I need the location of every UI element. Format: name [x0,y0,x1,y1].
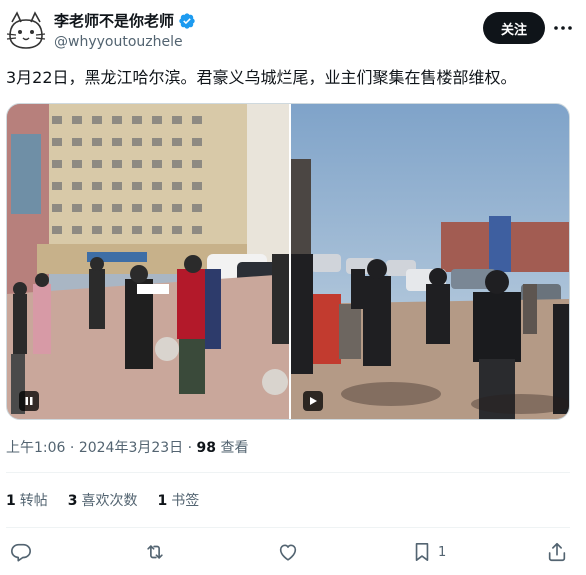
views-label: 查看 [220,440,249,456]
stat-count: 1 [6,493,16,509]
meta-separator: · [69,440,75,456]
author-handle[interactable]: @whyyoutouzhele [54,33,183,51]
avatar[interactable] [4,8,48,52]
play-icon [310,397,317,405]
reply-icon [11,543,31,562]
stat-label: 书签 [171,493,200,509]
bookmark-icon [415,543,429,562]
video-thumbnail-right[interactable] [291,104,569,419]
tweet-meta: 上午1:06 · 2024年3月23日 · 98 查看 [6,438,248,458]
cat-sketch-avatar-icon [4,8,48,52]
views-count: 98 [196,440,217,456]
retweet-button[interactable] [144,540,166,564]
more-options-button[interactable] [552,18,574,38]
follow-button[interactable]: 关注 [483,12,545,44]
bookmark-button[interactable]: 1 [412,540,446,564]
engagement-stats: 1 转帖 3 喜欢次数 1 书签 [6,491,219,511]
street-scene-image [7,104,289,419]
pause-button[interactable] [19,391,39,411]
more-horizontal-icon [554,26,572,30]
stat-count: 3 [67,493,78,509]
share-button[interactable] [546,540,568,564]
stat-label: 转帖 [19,493,48,509]
share-icon [548,542,566,562]
stat-likes[interactable]: 3 喜欢次数 [68,491,138,511]
tweet-text: 3月22日，黑龙江哈尔滨。君豪义乌城烂尾，业主们聚集在售楼部维权。 [6,68,517,87]
verified-badge-icon [179,13,195,29]
author-name-row: 李老师不是你老师 [54,11,196,31]
reply-button[interactable] [10,540,32,564]
tweet-card: 李老师不是你老师 @whyyoutouzhele 关注 3月22日，黑龙江哈尔滨… [0,0,586,575]
heart-icon [279,544,297,561]
stat-label: 喜欢次数 [81,493,138,509]
stat-bookmarks[interactable]: 1 书签 [158,491,200,511]
video-thumbnail-left[interactable] [7,104,289,419]
stat-reposts[interactable]: 1 转帖 [6,491,48,511]
author-display-name[interactable]: 李老师不是你老师 [54,11,174,31]
media-grid [6,103,570,420]
divider [6,527,570,528]
retweet-icon [147,545,163,559]
parking-lot-scene-image [291,104,569,419]
divider [6,472,570,473]
tweet-time[interactable]: 上午1:06 [6,440,65,456]
play-button[interactable] [303,391,323,411]
like-button[interactable] [277,540,299,564]
tweet-date[interactable]: 2024年3月23日 [79,440,183,456]
action-bar: 1 [0,536,586,568]
pause-icon [25,397,33,405]
tweet-header: 李老师不是你老师 @whyyoutouzhele 关注 [0,0,586,60]
stat-count: 1 [157,493,168,509]
bookmark-count: 1 [438,544,447,560]
meta-separator: · [187,440,193,456]
